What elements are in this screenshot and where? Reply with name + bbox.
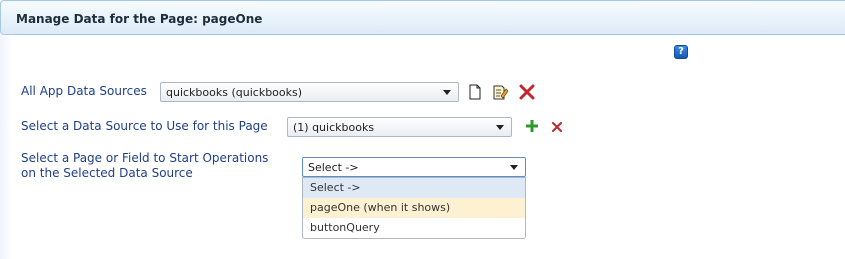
app-data-sources-label: All App Data Sources: [21, 84, 147, 98]
app-data-sources-value: quickbooks (quickbooks): [166, 86, 303, 99]
chevron-down-icon: [496, 125, 504, 130]
edit-document-icon[interactable]: [492, 84, 508, 100]
dropdown-option-pageone[interactable]: pageOne (when it shows): [303, 198, 525, 218]
start-operations-label-line2: on the Selected Data Source: [21, 166, 193, 180]
app-data-sources-select[interactable]: quickbooks (quickbooks): [160, 82, 459, 102]
start-operations-select[interactable]: Select ->: [302, 157, 526, 177]
delete-icon[interactable]: [519, 84, 535, 100]
dropdown-option-select[interactable]: Select ->: [303, 178, 525, 198]
panel-header: Manage Data for the Page: pageOne: [0, 0, 845, 35]
chevron-down-icon: [510, 165, 518, 170]
use-data-source-label: Select a Data Source to Use for this Pag…: [21, 119, 268, 133]
start-operations-label-line1: Select a Page or Field to Start Operatio…: [21, 151, 269, 165]
start-operations-value: Select ->: [308, 161, 359, 174]
chevron-down-icon: [443, 90, 451, 95]
remove-icon[interactable]: [552, 122, 562, 132]
start-operations-dropdown-list: Select -> pageOne (when it shows) button…: [302, 177, 526, 239]
add-icon[interactable]: [525, 119, 539, 133]
page-title: Manage Data for the Page: pageOne: [16, 12, 263, 26]
use-data-source-select[interactable]: (1) quickbooks: [287, 117, 512, 137]
dropdown-option-buttonquery[interactable]: buttonQuery: [303, 218, 525, 238]
help-icon[interactable]: ?: [674, 45, 688, 59]
new-document-icon[interactable]: [467, 84, 483, 100]
panel-left-border: [0, 35, 12, 259]
use-data-source-value: (1) quickbooks: [293, 121, 375, 134]
